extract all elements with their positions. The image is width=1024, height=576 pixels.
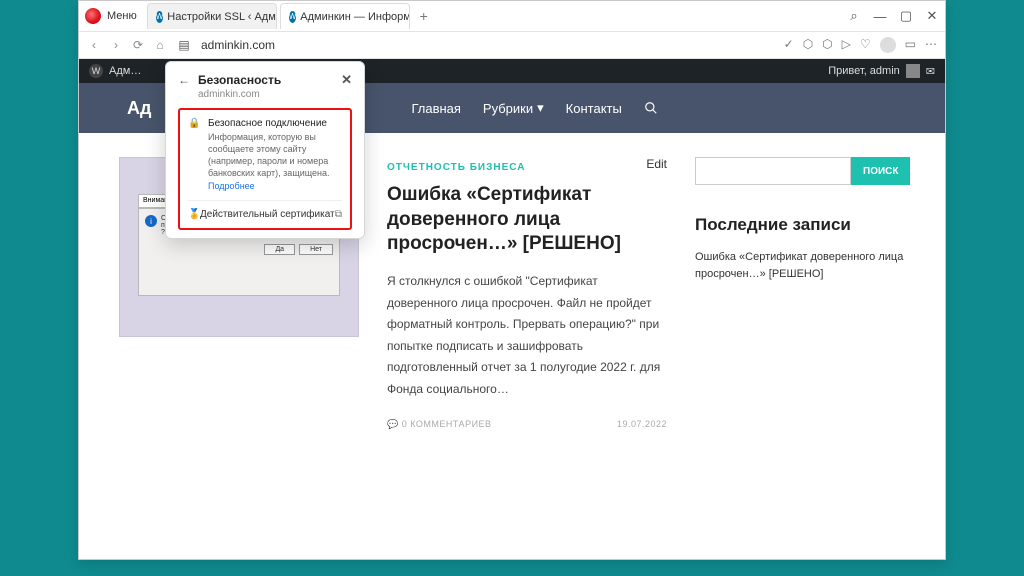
toolbar-icon[interactable]: ⋯ bbox=[925, 37, 937, 53]
wordpress-logo-icon[interactable]: W bbox=[89, 64, 103, 78]
recent-post-link[interactable]: Ошибка «Сертификат доверенного лица прос… bbox=[695, 249, 905, 282]
toolbar-icon[interactable]: ♡ bbox=[860, 37, 871, 53]
reload-button[interactable]: ⟳ bbox=[131, 38, 145, 52]
certificate-icon: 🏅 bbox=[188, 209, 200, 220]
nav-home[interactable]: Главная bbox=[411, 101, 460, 116]
popover-close-icon[interactable]: ✕ bbox=[341, 72, 352, 88]
address-bar: ‹ › ⟳ ⌂ ▤ adminkin.com ✓ ⬡ ⬡ ▷ ♡ ▭ ⋯ bbox=[79, 31, 945, 59]
dialog-yes-button: Да bbox=[264, 244, 295, 255]
toolbar-icon[interactable]: ✓ bbox=[784, 37, 794, 53]
greeting-text: Привет, admin bbox=[828, 65, 900, 77]
learn-more-link[interactable]: Подробнее bbox=[208, 181, 255, 191]
address-host[interactable]: adminkin.com bbox=[201, 38, 275, 52]
tab-title: Настройки SSL ‹ Админки… bbox=[167, 11, 276, 23]
nav-search-icon[interactable] bbox=[644, 101, 658, 115]
search-button[interactable]: ПОИСК bbox=[851, 157, 910, 185]
secure-connection-desc: Информация, которую вы сообщаете этому с… bbox=[208, 131, 342, 192]
toolbar-icon[interactable]: ▷ bbox=[842, 37, 851, 53]
chat-icon[interactable]: ✉ bbox=[926, 65, 935, 78]
popover-title: Безопасность bbox=[198, 73, 281, 87]
main-nav: Главная Рубрики ▾ Контакты bbox=[411, 100, 657, 116]
menu-button[interactable]: Меню bbox=[107, 10, 137, 22]
minimize-button[interactable]: — bbox=[873, 9, 887, 24]
toolbar-icon[interactable]: ⬡ bbox=[803, 37, 813, 53]
security-popover: ← Безопасность ✕ adminkin.com 🔒 Безопасн… bbox=[165, 61, 365, 239]
wordpress-favicon-icon: W bbox=[156, 11, 164, 23]
search-input[interactable] bbox=[695, 157, 851, 185]
site-info-icon[interactable]: ▤ bbox=[177, 38, 191, 52]
window-controls: ⌕ — ▢ ✕ bbox=[847, 8, 939, 24]
site-name-short[interactable]: Адм… bbox=[109, 65, 141, 77]
new-tab-button[interactable]: + bbox=[413, 5, 435, 27]
close-button[interactable]: ✕ bbox=[925, 8, 939, 24]
popover-host: adminkin.com bbox=[198, 89, 352, 100]
widget-title-recent: Последние записи bbox=[695, 215, 905, 235]
post-title[interactable]: Ошибка «Сертификат доверенного лица прос… bbox=[387, 183, 667, 257]
site-title[interactable]: Ад bbox=[127, 98, 151, 119]
post-meta: 0 КОММЕНТАРИЕВ 19.07.2022 bbox=[387, 419, 667, 430]
lock-icon: 🔒 bbox=[188, 118, 200, 192]
nav-rubrics[interactable]: Рубрики ▾ bbox=[483, 100, 544, 116]
toolbar-icon[interactable]: ⬡ bbox=[822, 37, 832, 53]
admin-greeting[interactable]: Привет, admin ✉ bbox=[828, 64, 935, 78]
wordpress-favicon-icon: W bbox=[289, 11, 297, 23]
dialog-no-button: Нет bbox=[299, 244, 333, 255]
secure-connection-label: Безопасное подключение bbox=[208, 118, 342, 129]
post-excerpt: Я столкнулся с ошибкой "Сертификат довер… bbox=[387, 271, 667, 401]
highlighted-security-info: 🔒 Безопасное подключение Информация, кот… bbox=[178, 108, 352, 230]
forward-button[interactable]: › bbox=[109, 38, 123, 52]
user-avatar-icon bbox=[906, 64, 920, 78]
nav-rubrics-label: Рубрики bbox=[483, 101, 533, 116]
profile-avatar-icon[interactable] bbox=[880, 37, 896, 53]
chevron-down-icon: ▾ bbox=[537, 100, 544, 116]
toolbar-right: ✓ ⬡ ⬡ ▷ ♡ ▭ ⋯ bbox=[784, 37, 937, 53]
maximize-button[interactable]: ▢ bbox=[899, 8, 913, 24]
tab-ssl-settings[interactable]: W Настройки SSL ‹ Админки… bbox=[147, 3, 277, 29]
opera-logo-icon bbox=[85, 8, 101, 24]
post-date: 19.07.2022 bbox=[617, 419, 667, 430]
browser-window: Меню W Настройки SSL ‹ Админки… W Админк… bbox=[78, 0, 946, 560]
open-external-icon[interactable]: ⧉ bbox=[335, 209, 342, 220]
popover-back-icon[interactable]: ← bbox=[178, 73, 190, 87]
info-icon: i bbox=[145, 215, 157, 227]
back-button[interactable]: ‹ bbox=[87, 38, 101, 52]
article: ОТЧЕТНОСТЬ БИЗНЕСА Edit Ошибка «Сертифик… bbox=[387, 157, 667, 430]
sidebar: ПОИСК Последние записи Ошибка «Сертифика… bbox=[695, 157, 905, 430]
tab-adminkin[interactable]: W Админкин — Информаци… ✕ bbox=[280, 3, 410, 29]
toolbar-icon[interactable]: ▭ bbox=[905, 37, 916, 53]
titlebar: Меню W Настройки SSL ‹ Админки… W Админк… bbox=[79, 1, 945, 31]
edit-link[interactable]: Edit bbox=[646, 157, 667, 171]
search-icon[interactable]: ⌕ bbox=[847, 8, 861, 24]
nav-buttons: ‹ › ⟳ ⌂ bbox=[87, 38, 167, 52]
search-widget: ПОИСК bbox=[695, 157, 905, 185]
home-button[interactable]: ⌂ bbox=[153, 38, 167, 52]
nav-contacts[interactable]: Контакты bbox=[566, 101, 622, 116]
page-viewport: W Адм… Привет, admin ✉ Ад Главная Рубрик… bbox=[79, 59, 945, 559]
tab-title: Админкин — Информаци… bbox=[300, 11, 409, 23]
post-category[interactable]: ОТЧЕТНОСТЬ БИЗНЕСА bbox=[387, 162, 525, 173]
certificate-label[interactable]: Действительный сертификат bbox=[200, 209, 335, 220]
comments-count[interactable]: 0 КОММЕНТАРИЕВ bbox=[387, 419, 492, 430]
